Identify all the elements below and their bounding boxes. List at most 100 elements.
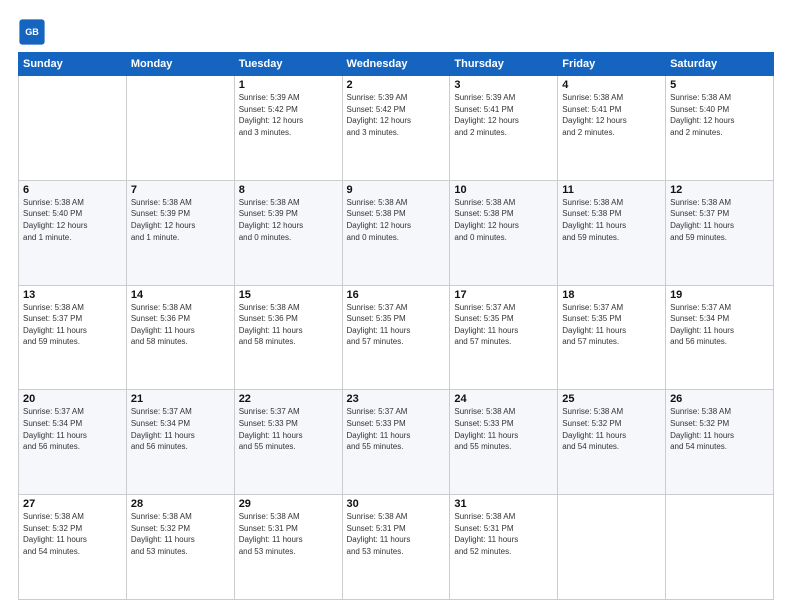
day-number: 1 [239,79,338,91]
calendar-cell: 18Sunrise: 5:37 AM Sunset: 5:35 PM Dayli… [558,285,666,390]
weekday-header: Friday [558,53,666,76]
day-number: 10 [454,184,553,196]
day-number: 9 [347,184,446,196]
calendar-cell: 21Sunrise: 5:37 AM Sunset: 5:34 PM Dayli… [126,390,234,495]
day-info: Sunrise: 5:37 AM Sunset: 5:35 PM Dayligh… [454,302,553,348]
day-number: 15 [239,289,338,301]
calendar-cell: 31Sunrise: 5:38 AM Sunset: 5:31 PM Dayli… [450,495,558,600]
weekday-header: Tuesday [234,53,342,76]
calendar-cell: 3Sunrise: 5:39 AM Sunset: 5:41 PM Daylig… [450,76,558,181]
calendar-cell: 23Sunrise: 5:37 AM Sunset: 5:33 PM Dayli… [342,390,450,495]
day-info: Sunrise: 5:38 AM Sunset: 5:36 PM Dayligh… [131,302,230,348]
day-info: Sunrise: 5:38 AM Sunset: 5:31 PM Dayligh… [239,511,338,557]
weekday-header: Sunday [19,53,127,76]
calendar-cell: 6Sunrise: 5:38 AM Sunset: 5:40 PM Daylig… [19,180,127,285]
calendar-cell: 2Sunrise: 5:39 AM Sunset: 5:42 PM Daylig… [342,76,450,181]
calendar-cell: 20Sunrise: 5:37 AM Sunset: 5:34 PM Dayli… [19,390,127,495]
day-number: 23 [347,393,446,405]
calendar-week-row: 13Sunrise: 5:38 AM Sunset: 5:37 PM Dayli… [19,285,774,390]
calendar-cell: 14Sunrise: 5:38 AM Sunset: 5:36 PM Dayli… [126,285,234,390]
day-info: Sunrise: 5:38 AM Sunset: 5:32 PM Dayligh… [131,511,230,557]
day-info: Sunrise: 5:38 AM Sunset: 5:38 PM Dayligh… [454,197,553,243]
day-number: 13 [23,289,122,301]
day-info: Sunrise: 5:38 AM Sunset: 5:37 PM Dayligh… [670,197,769,243]
day-number: 22 [239,393,338,405]
calendar-cell: 13Sunrise: 5:38 AM Sunset: 5:37 PM Dayli… [19,285,127,390]
day-info: Sunrise: 5:38 AM Sunset: 5:31 PM Dayligh… [347,511,446,557]
day-number: 21 [131,393,230,405]
day-number: 28 [131,498,230,510]
calendar-cell: 10Sunrise: 5:38 AM Sunset: 5:38 PM Dayli… [450,180,558,285]
day-info: Sunrise: 5:37 AM Sunset: 5:35 PM Dayligh… [347,302,446,348]
calendar-cell [666,495,774,600]
day-number: 16 [347,289,446,301]
calendar-cell: 15Sunrise: 5:38 AM Sunset: 5:36 PM Dayli… [234,285,342,390]
calendar-week-row: 1 Sunrise: 5:39 AM Sunset: 5:42 PM Daylig… [19,76,774,181]
calendar-cell: 8Sunrise: 5:38 AM Sunset: 5:39 PM Daylig… [234,180,342,285]
calendar-cell: 25Sunrise: 5:38 AM Sunset: 5:32 PM Dayli… [558,390,666,495]
calendar-cell [558,495,666,600]
day-number: 11 [562,184,661,196]
day-info: Sunrise: 5:38 AM Sunset: 5:36 PM Dayligh… [239,302,338,348]
calendar-cell: 24Sunrise: 5:38 AM Sunset: 5:33 PM Dayli… [450,390,558,495]
calendar-cell: 22Sunrise: 5:37 AM Sunset: 5:33 PM Dayli… [234,390,342,495]
day-info: Sunrise: 5:38 AM Sunset: 5:39 PM Dayligh… [131,197,230,243]
weekday-header: Monday [126,53,234,76]
day-info: Sunrise: 5:38 AM Sunset: 5:37 PM Dayligh… [23,302,122,348]
day-number: 3 [454,79,553,91]
page: GB SundayMondayTuesdayWednesdayThursdayF… [0,0,792,612]
calendar-cell: 29Sunrise: 5:38 AM Sunset: 5:31 PM Dayli… [234,495,342,600]
calendar-table: SundayMondayTuesdayWednesdayThursdayFrid… [18,52,774,600]
day-number: 26 [670,393,769,405]
day-info: Sunrise: 5:39 AM Sunset: 5:42 PM Dayligh… [347,92,446,138]
day-info: Sunrise: 5:38 AM Sunset: 5:41 PM Dayligh… [562,92,661,138]
day-number: 2 [347,79,446,91]
weekday-header: Wednesday [342,53,450,76]
day-number: 24 [454,393,553,405]
weekday-header: Saturday [666,53,774,76]
day-info: Sunrise: 5:38 AM Sunset: 5:39 PM Dayligh… [239,197,338,243]
day-info: Sunrise: 5:38 AM Sunset: 5:40 PM Dayligh… [23,197,122,243]
calendar-cell: 17Sunrise: 5:37 AM Sunset: 5:35 PM Dayli… [450,285,558,390]
day-info: Sunrise: 5:38 AM Sunset: 5:32 PM Dayligh… [562,406,661,452]
calendar-cell: 9Sunrise: 5:38 AM Sunset: 5:38 PM Daylig… [342,180,450,285]
header: GB [18,18,774,46]
calendar-cell: 27Sunrise: 5:38 AM Sunset: 5:32 PM Dayli… [19,495,127,600]
calendar-week-row: 6Sunrise: 5:38 AM Sunset: 5:40 PM Daylig… [19,180,774,285]
day-info: Sunrise: 5:37 AM Sunset: 5:35 PM Dayligh… [562,302,661,348]
day-info: Sunrise: 5:39 AM Sunset: 5:41 PM Dayligh… [454,92,553,138]
day-number: 6 [23,184,122,196]
day-info: Sunrise: 5:38 AM Sunset: 5:32 PM Dayligh… [23,511,122,557]
day-info: Sunrise: 5:37 AM Sunset: 5:33 PM Dayligh… [347,406,446,452]
day-info: Sunrise: 5:38 AM Sunset: 5:32 PM Dayligh… [670,406,769,452]
calendar-cell [126,76,234,181]
day-info: Sunrise: 5:38 AM Sunset: 5:38 PM Dayligh… [562,197,661,243]
day-number: 25 [562,393,661,405]
day-info: Sunrise: 5:38 AM Sunset: 5:33 PM Dayligh… [454,406,553,452]
day-number: 18 [562,289,661,301]
calendar-cell [19,76,127,181]
calendar-header-row: SundayMondayTuesdayWednesdayThursdayFrid… [19,53,774,76]
day-number: 12 [670,184,769,196]
calendar-cell: 5Sunrise: 5:38 AM Sunset: 5:40 PM Daylig… [666,76,774,181]
day-number: 7 [131,184,230,196]
day-number: 19 [670,289,769,301]
calendar-week-row: 20Sunrise: 5:37 AM Sunset: 5:34 PM Dayli… [19,390,774,495]
day-number: 31 [454,498,553,510]
day-number: 14 [131,289,230,301]
day-info: Sunrise: 5:37 AM Sunset: 5:33 PM Dayligh… [239,406,338,452]
svg-text:GB: GB [25,27,39,37]
calendar-week-row: 27Sunrise: 5:38 AM Sunset: 5:32 PM Dayli… [19,495,774,600]
day-info: Sunrise: 5:38 AM Sunset: 5:40 PM Dayligh… [670,92,769,138]
calendar-cell: 12Sunrise: 5:38 AM Sunset: 5:37 PM Dayli… [666,180,774,285]
calendar-cell: 19Sunrise: 5:37 AM Sunset: 5:34 PM Dayli… [666,285,774,390]
day-number: 17 [454,289,553,301]
logo: GB [18,18,50,46]
day-number: 4 [562,79,661,91]
calendar-body: 1 Sunrise: 5:39 AM Sunset: 5:42 PM Daylig… [19,76,774,600]
day-info: Sunrise: 5:37 AM Sunset: 5:34 PM Dayligh… [23,406,122,452]
weekday-header: Thursday [450,53,558,76]
day-info: Sunrise: 5:37 AM Sunset: 5:34 PM Dayligh… [670,302,769,348]
day-number: 8 [239,184,338,196]
calendar-cell: 7Sunrise: 5:38 AM Sunset: 5:39 PM Daylig… [126,180,234,285]
